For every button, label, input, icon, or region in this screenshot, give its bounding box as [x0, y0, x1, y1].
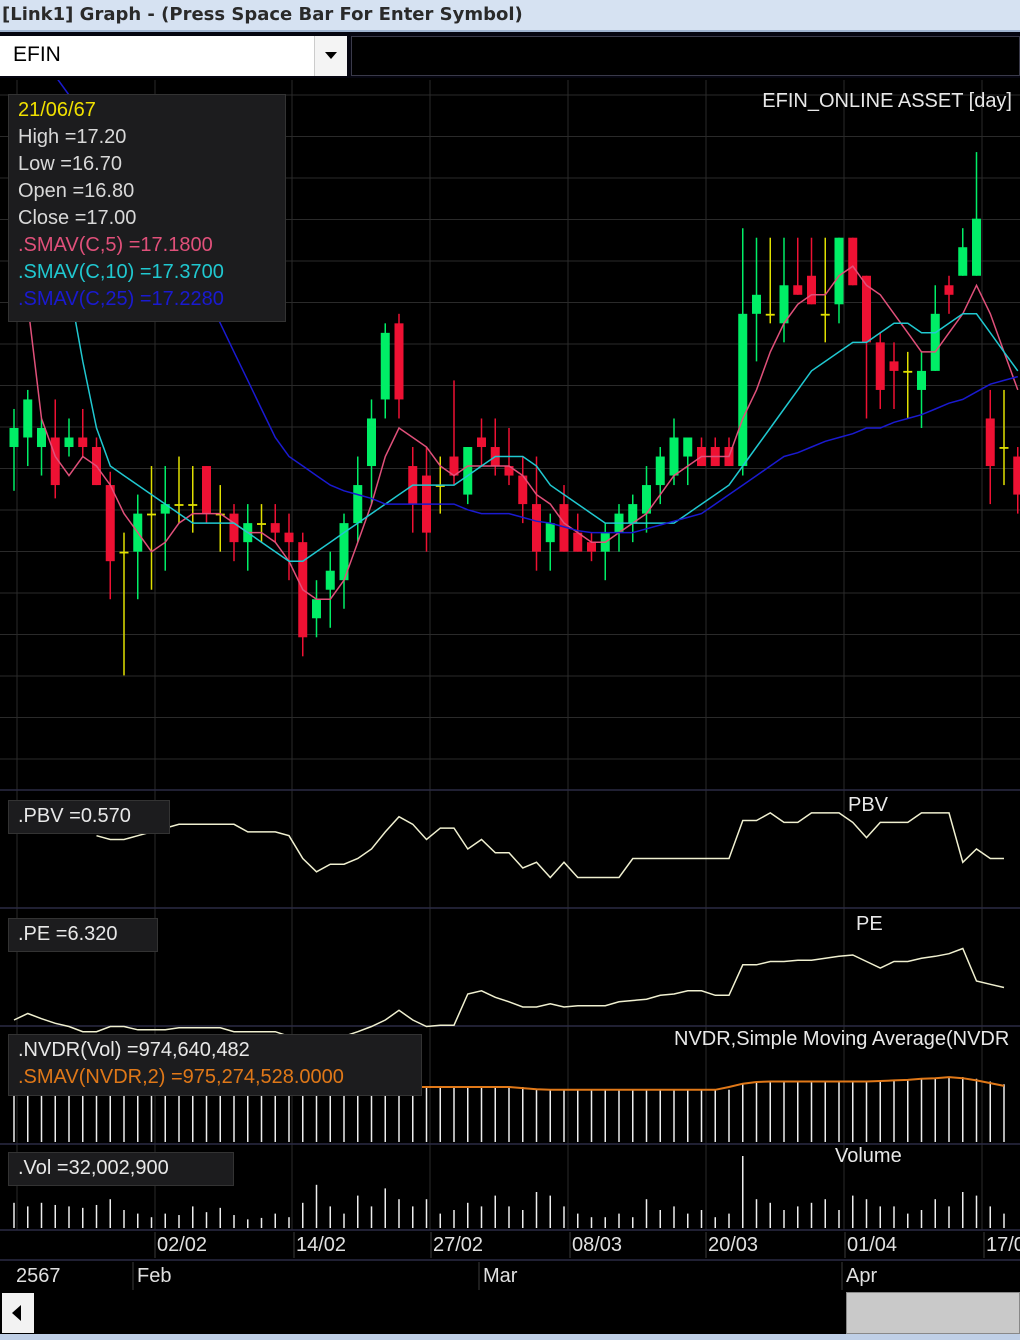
candle-body: [779, 285, 789, 324]
candle-body: [1013, 456, 1020, 495]
candle-body: [889, 361, 899, 371]
symbol-dropdown-button[interactable]: [314, 36, 347, 76]
window-bottom-border: [0, 1334, 1020, 1340]
candle-body: [985, 418, 995, 467]
candle-body: [834, 237, 844, 305]
pbv-readout: .PBV =0.570: [18, 805, 131, 827]
symbol-input[interactable]: EFIN: [0, 36, 318, 76]
year-label: 2567: [16, 1265, 61, 1287]
symbol-extra-field: [351, 36, 1020, 76]
candle-body: [284, 532, 294, 543]
info-date: 21/06/67: [18, 99, 96, 121]
nvdr-readout-box: .NVDR(Vol) =974,640,482 .SMAV(NVDR,2) =9…: [8, 1034, 422, 1096]
arrow-left-icon: [12, 1305, 21, 1321]
info-low: Low =16.70: [18, 153, 122, 175]
candle-body: [532, 504, 541, 552]
candle-body: [367, 418, 376, 467]
candle-body: [683, 437, 693, 457]
x-tick-label: 17/0: [986, 1234, 1020, 1256]
candle-body: [119, 551, 129, 554]
x-tick-label: 27/02: [433, 1234, 483, 1256]
chevron-down-icon: [325, 52, 337, 59]
candle-body: [669, 437, 679, 476]
nvdr-title: NVDR,Simple Moving Average(NVDR: [674, 1028, 1010, 1050]
candle-body: [903, 370, 913, 373]
pe-readout-box: .PE =6.320: [8, 918, 158, 952]
candle-body: [587, 542, 596, 552]
candle-body: [820, 313, 830, 316]
month-label: Apr: [846, 1265, 877, 1287]
candle-body: [380, 332, 390, 400]
x-tick-label: 14/02: [296, 1234, 346, 1256]
candle-body: [270, 523, 280, 533]
pbv-readout-box: .PBV =0.570: [8, 800, 170, 834]
info-sma5: .SMAV(C,5) =17.1800: [18, 234, 213, 256]
candle-body: [37, 427, 46, 448]
month-label: Feb: [137, 1265, 171, 1287]
candle-body: [848, 237, 858, 286]
x-tick-label: 01/04: [847, 1234, 897, 1256]
candle-body: [147, 513, 156, 516]
candle-body: [944, 285, 954, 295]
pe-readout: .PE =6.320: [18, 923, 118, 945]
info-high: High =17.20: [18, 126, 127, 148]
candle-body: [23, 399, 33, 438]
candle-body: [972, 218, 981, 276]
info-open: Open =16.80: [18, 180, 135, 202]
candle-body: [394, 323, 404, 400]
window-titlebar: [Link1] Graph - (Press Space Bar For Ent…: [0, 0, 1020, 32]
x-tick-label: 20/03: [708, 1234, 758, 1256]
x-axis: 02/02 14/02 27/02 08/03 20/03 01/04 17/0 2567 Fe…: [0, 1232, 1020, 1290]
vol-readout: .Vol =32,002,900: [18, 1157, 169, 1179]
month-label: Mar: [483, 1265, 518, 1287]
scroll-left-button[interactable]: [2, 1293, 34, 1333]
candle-body: [463, 447, 473, 495]
candle-body: [807, 275, 816, 305]
candle-body: [738, 313, 748, 467]
candle-body: [9, 427, 19, 448]
candle-body: [477, 437, 486, 448]
candle-body: [229, 513, 239, 543]
candle-body: [105, 485, 115, 562]
x-tick-label: 08/03: [572, 1234, 622, 1256]
candle-body: [958, 247, 968, 276]
candle-body: [257, 523, 266, 525]
candle-body: [655, 456, 665, 486]
candle-body: [64, 437, 74, 448]
symbol-value: EFIN: [13, 43, 61, 66]
chart-title: EFIN_ONLINE ASSET [day]: [762, 90, 1012, 112]
candle-body: [930, 313, 940, 371]
nvdr-sma-readout: .SMAV(NVDR,2) =975,274,528.0000: [18, 1066, 344, 1088]
candle-body: [793, 285, 803, 295]
pbv-line: [96, 812, 1004, 879]
vol-readout-box: .Vol =32,002,900: [8, 1152, 234, 1186]
candle-body: [312, 599, 321, 619]
info-close: Close =17.00: [18, 207, 137, 229]
vol-title: Volume: [835, 1145, 902, 1167]
candle-body: [752, 294, 761, 314]
window-title: [Link1] Graph - (Press Space Bar For Ent…: [2, 4, 523, 25]
candle-body: [174, 504, 184, 506]
candle-body: [917, 370, 926, 390]
x-tick-label: 02/02: [157, 1234, 207, 1256]
pbv-title: PBV: [848, 794, 889, 816]
scroll-thumb[interactable]: [846, 1292, 1020, 1334]
info-sma25: .SMAV(C,25) =17.2280: [18, 288, 224, 310]
candle-body: [999, 447, 1009, 449]
candle-body: [188, 504, 198, 506]
nvdr-readout: .NVDR(Vol) =974,640,482: [18, 1039, 250, 1061]
info-sma10: .SMAV(C,10) =17.3700: [18, 261, 224, 283]
candle-body: [353, 485, 363, 524]
candle-body: [202, 466, 211, 514]
candle-body: [875, 342, 885, 390]
candle-body: [545, 523, 555, 543]
candle-body: [325, 570, 335, 590]
pe-title: PE: [856, 913, 883, 935]
ohlc-info-box: 21/06/67 High =17.20 Low =16.70 Open =16…: [8, 94, 286, 322]
candle-body: [78, 437, 88, 448]
pbv-panel: [96, 812, 1004, 879]
candle-body: [765, 313, 775, 316]
